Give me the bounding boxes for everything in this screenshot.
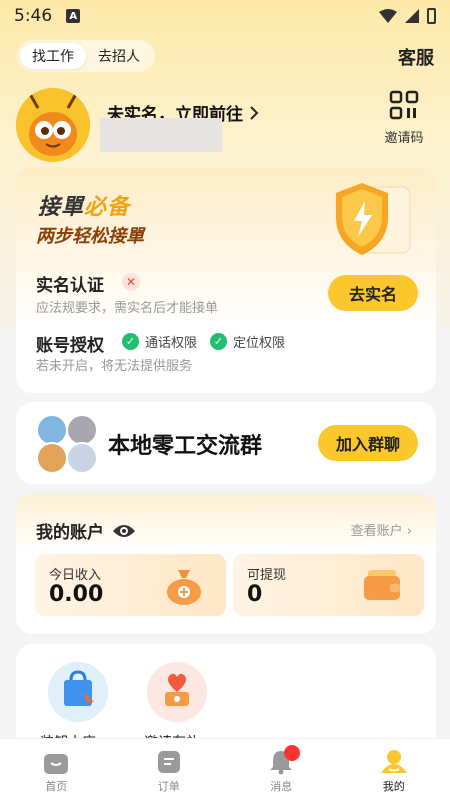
view-account-label: 查看账户 (350, 524, 403, 539)
group-avatar (36, 442, 68, 474)
status-bar: 5:46 A (0, 0, 450, 32)
tab-orders[interactable]: 订单 (113, 739, 226, 800)
tab-home[interactable]: 首页 (0, 739, 113, 800)
slogan-part-1: 接單 (38, 195, 85, 220)
auth-title: 账号授权 (36, 336, 104, 356)
money-bag-icon (167, 570, 201, 605)
ant-mascot-icon (16, 88, 90, 162)
profile-section: 未实名，立即前往 邀请码 (0, 88, 450, 168)
realname-title: 实名认证 (36, 276, 104, 296)
wallet-icon (364, 570, 400, 600)
status-icons (379, 8, 436, 24)
tab-find-job[interactable]: 找工作 (20, 43, 86, 69)
chevron-right-icon (250, 105, 259, 120)
qr-code-icon (389, 90, 419, 120)
unread-badge (284, 745, 300, 761)
tab-recruit[interactable]: 去招人 (86, 43, 152, 69)
masked-user-info (100, 118, 222, 152)
bottom-tab-bar: 首页 订单 消息 我的 (0, 738, 450, 800)
permission-location[interactable]: ✓ 定位权限 (210, 332, 285, 351)
today-income-label: 今日收入 (49, 568, 102, 583)
not-verified-icon: ✕ (122, 273, 140, 291)
service-invite[interactable] (147, 662, 207, 722)
auth-desc: 若未开启，将无法提供服务 (36, 359, 193, 374)
account-title-row: 我的账户 (36, 518, 136, 543)
permission-call-label: 通话权限 (145, 336, 198, 351)
battery-icon (427, 8, 436, 24)
slogan-line-1: 接單必备 (38, 189, 130, 221)
customer-service-button[interactable]: 客服 (398, 44, 434, 70)
group-avatars (36, 414, 100, 474)
view-account-link[interactable]: 查看账户 › (351, 520, 412, 539)
service-shop[interactable] (48, 662, 108, 722)
invite-code-label: 邀请码 (384, 131, 424, 146)
check-icon: ✓ (122, 333, 139, 350)
check-icon: ✓ (210, 333, 227, 350)
realname-desc: 应法规要求，需实名后才能接单 (36, 301, 219, 316)
header: 找工作 去招人 客服 (0, 40, 450, 72)
tab-home-label: 首页 (45, 780, 68, 793)
home-icon (44, 754, 69, 774)
group-avatar (66, 442, 98, 474)
withdrawable-label: 可提现 (247, 568, 287, 583)
order-icon (157, 751, 180, 773)
status-time: 5:46 (14, 6, 53, 26)
join-group-button[interactable]: 加入群聊 (318, 425, 418, 461)
tab-messages[interactable]: 消息 (225, 739, 338, 800)
group-card: 本地零工交流群 加入群聊 (16, 402, 436, 484)
account-card: 我的账户 查看账户 › 今日收入 0.00 可提现 0 (16, 494, 436, 634)
today-income-value: 0.00 (49, 582, 104, 607)
account-title: 我的账户 (36, 523, 104, 543)
withdrawable-tile[interactable]: 可提现 0 (233, 554, 424, 616)
avatar[interactable] (16, 88, 90, 162)
role-switcher: 找工作 去招人 (17, 40, 155, 72)
shopping-bag-icon (64, 670, 94, 708)
status-notification-icon: A (66, 9, 81, 23)
certification-card: 接單必备 两步轻松接單 实名认证 ✕ 应法规要求，需实名后才能接单 去实名 账号… (16, 167, 436, 393)
gift-heart-icon (165, 673, 189, 706)
eye-icon[interactable] (112, 523, 136, 539)
invite-code-button[interactable]: 邀请码 (374, 90, 434, 146)
tab-messages-label: 消息 (270, 780, 293, 793)
permission-call[interactable]: ✓ 通话权限 (122, 332, 197, 351)
tab-mine[interactable]: 我的 (338, 739, 450, 800)
slogan-line-2: 两步轻松接單 (36, 226, 144, 247)
tab-mine-label: 我的 (382, 780, 405, 793)
today-income-tile[interactable]: 今日收入 0.00 (35, 554, 226, 616)
slogan-part-2: 必备 (84, 195, 131, 220)
profile-icon (380, 750, 407, 773)
signal-icon (405, 9, 419, 23)
verify-identity-button[interactable]: 去实名 (328, 275, 418, 311)
wifi-icon (379, 9, 397, 23)
shield-icon (336, 183, 411, 255)
chevron-right-icon: › (406, 524, 412, 539)
withdrawable-value: 0 (247, 582, 263, 607)
group-title: 本地零工交流群 (108, 434, 263, 459)
tab-orders-label: 订单 (157, 780, 180, 793)
permission-location-label: 定位权限 (233, 336, 286, 351)
